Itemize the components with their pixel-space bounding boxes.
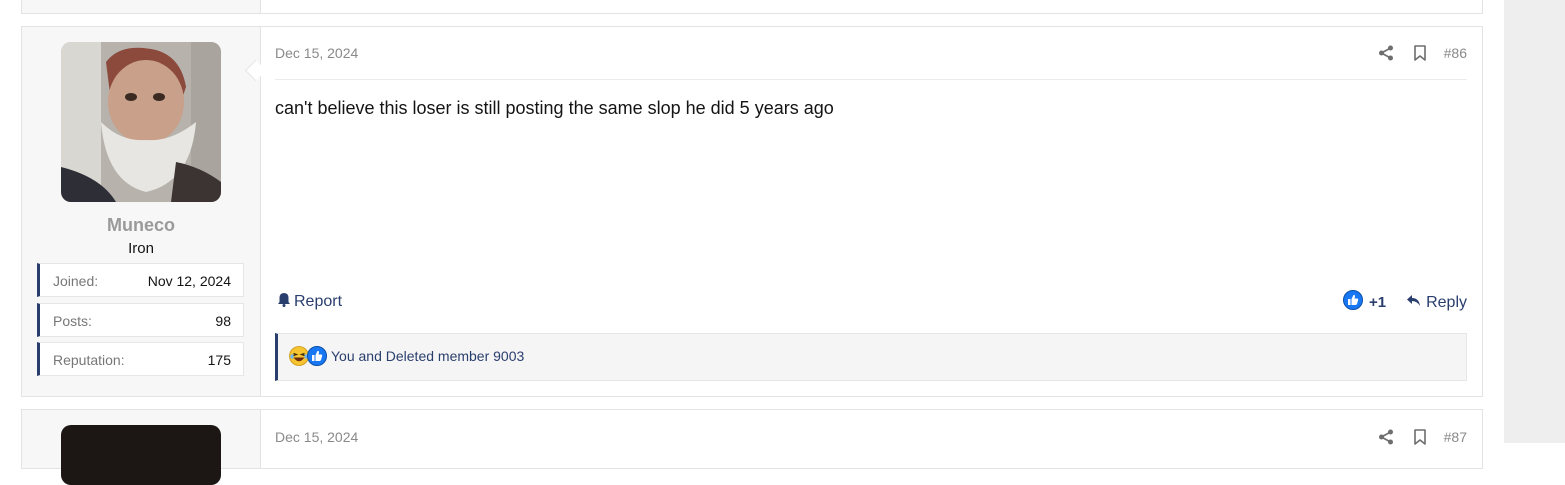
stat-posts: Posts: 98	[37, 303, 244, 337]
next-post-content: Dec 15, 2024 #87	[275, 410, 1467, 468]
bookmark-icon[interactable]	[1410, 43, 1430, 63]
bookmark-icon[interactable]	[1410, 427, 1430, 447]
reply-label: Reply	[1426, 293, 1467, 311]
reaction-icons[interactable]	[289, 346, 327, 371]
like-button[interactable]: +1	[1342, 290, 1387, 315]
post-date[interactable]: Dec 15, 2024	[275, 45, 358, 61]
stat-label: Reputation:	[53, 352, 125, 368]
stat-value: 98	[215, 313, 231, 329]
post-body: can't believe this loser is still postin…	[275, 98, 834, 118]
reply-button[interactable]: Reply	[1406, 294, 1467, 312]
laughing-emoji-icon	[289, 346, 309, 371]
report-label: Report	[294, 293, 343, 310]
stat-value: 175	[207, 352, 231, 368]
bell-icon	[277, 292, 291, 312]
like-icon	[307, 346, 327, 371]
post-87: Dec 15, 2024 #87	[21, 409, 1483, 485]
user-rank: Iron	[128, 240, 154, 257]
stat-reputation: Reputation: 175	[37, 342, 244, 376]
reaction-count: +1	[1368, 294, 1387, 311]
avatar-image	[61, 42, 221, 202]
share-icon[interactable]	[1376, 43, 1396, 63]
report-button[interactable]: Report	[277, 292, 342, 312]
next-post-avatar[interactable]	[61, 425, 221, 485]
reaction-summary-link[interactable]: You and Deleted member 9003	[331, 348, 524, 364]
previous-post-user-cell	[22, 0, 261, 13]
stat-value: Nov 12, 2024	[147, 273, 231, 289]
page-right-gutter	[1504, 0, 1565, 443]
like-icon	[1342, 290, 1363, 315]
next-post-header-actions: #87	[1376, 427, 1467, 447]
reply-arrow-icon	[1406, 294, 1421, 312]
post-footer-actions: +1 Reply	[1342, 290, 1467, 315]
share-icon[interactable]	[1376, 427, 1396, 447]
username[interactable]: Muneco	[22, 215, 260, 236]
stat-label: Joined:	[53, 273, 99, 289]
stat-joined: Joined: Nov 12, 2024	[37, 263, 244, 297]
previous-post	[21, 0, 1483, 14]
next-post-user-cell	[22, 410, 261, 485]
header-divider	[275, 79, 1467, 80]
message-content: Dec 15, 2024 #86 can't believe this lose…	[275, 27, 1467, 396]
stat-label: Posts:	[53, 313, 92, 329]
post-86: Muneco Iron Joined: Nov 12, 2024 Posts: …	[21, 26, 1483, 397]
post-number-link[interactable]: #86	[1444, 45, 1467, 61]
post-header-actions: #86	[1376, 43, 1467, 63]
reactions-bar: You and Deleted member 9003	[275, 333, 1467, 381]
avatar[interactable]	[61, 42, 221, 202]
user-cell: Muneco Iron Joined: Nov 12, 2024 Posts: …	[22, 27, 261, 396]
